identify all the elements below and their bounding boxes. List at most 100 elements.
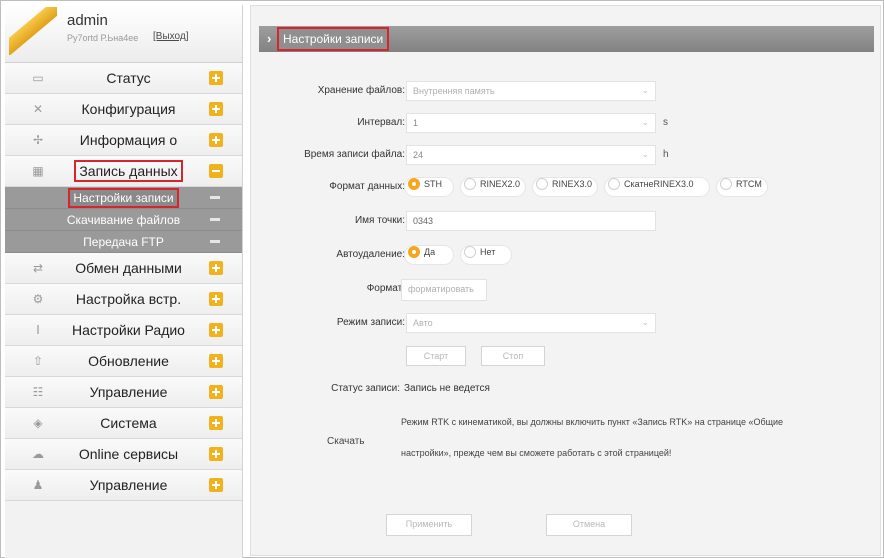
sidebar-item-label: Статус — [106, 70, 151, 86]
fmt-placeholder: форматировать — [408, 284, 474, 294]
app-window: admin Ру7оrtd Р.Ьна4ее [Выход] ▭ Статус … — [0, 0, 884, 558]
submenu-item-ftp[interactable]: Передача FTP — [5, 231, 242, 253]
status-label: Статус записи: — [331, 383, 400, 394]
sidebar-item-label: Обновление — [88, 353, 169, 369]
sidebar-item-label: Управление — [89, 477, 168, 493]
stop-button[interactable]: Стоп — [481, 346, 545, 366]
radio-dot — [464, 178, 476, 190]
person-icon: ♟ — [32, 478, 44, 492]
sidebar-item-status[interactable]: ▭ Статус — [5, 63, 242, 94]
user-panel: admin Ру7оrtd Р.Ьна4ее [Выход] — [5, 5, 242, 63]
start-button[interactable]: Старт — [406, 346, 466, 366]
point-name-input[interactable]: 0343 — [406, 211, 656, 231]
minus-icon — [210, 196, 220, 199]
sidebar-item-info[interactable]: ✢ Информация о — [5, 125, 242, 156]
submenu-item-label: Передача FTP — [83, 235, 164, 249]
chevron-down-icon: ⌄ — [641, 149, 649, 159]
format-radio-compact-rinex3[interactable]: CкатнеRINEX3.0 — [608, 178, 694, 190]
radio-dot — [536, 178, 548, 190]
sidebar-item-configuration[interactable]: ✕ Конфигурация — [5, 94, 242, 125]
ribbon-logo — [9, 7, 57, 55]
sidebar-item-label: Настройки Радио — [72, 322, 185, 338]
storage-value: Внутренняя память — [413, 86, 495, 96]
expand-icon[interactable] — [209, 447, 223, 461]
format-storage-row: Формат: форматировать — [251, 278, 882, 302]
monitor-icon: ▭ — [32, 71, 44, 85]
calendar-icon: ▦ — [32, 164, 44, 178]
radio-dot — [408, 246, 420, 258]
interval-unit: s — [663, 117, 668, 128]
submenu-item-recording-settings[interactable]: Настройки записи — [5, 187, 242, 209]
apply-button[interactable]: Применить — [386, 514, 472, 536]
format-row: Формат данных: STH RINEX2.0 RINEX3.0 Cка… — [251, 176, 882, 200]
sidebar-item-label: Запись данных — [55, 160, 202, 182]
format-radio-rinex3[interactable]: RINEX3.0 — [536, 178, 592, 190]
duration-select[interactable]: 24 ⌄ — [406, 145, 656, 165]
antenna-icon: Ⅰ — [36, 323, 40, 337]
page-title-bar: › Настройки записи — [259, 26, 874, 52]
gear-icon: ⚙ — [32, 292, 44, 306]
autodelete-radio-yes[interactable]: Да — [408, 246, 435, 258]
sidebar-item-builtin-settings[interactable]: ⚙ Настройка встр. — [5, 284, 242, 315]
expand-icon[interactable] — [209, 292, 223, 306]
sidebar-item-radio-settings[interactable]: Ⅰ Настройки Радио — [5, 315, 242, 346]
radio-label: Нет — [480, 247, 496, 257]
expand-icon[interactable] — [209, 385, 223, 399]
sidebar-item-label: Online сервисы — [78, 446, 179, 462]
expand-icon[interactable] — [209, 323, 223, 337]
download-note-line1: Режим RTK с кинематикой, вы должны включ… — [401, 417, 784, 427]
sidebar-item-system[interactable]: ◈ Система — [5, 408, 242, 439]
autodelete-radio-no[interactable]: Нет — [464, 246, 495, 258]
interval-select[interactable]: 1 ⌄ — [406, 113, 656, 133]
mode-select[interactable]: Авто ⌄ — [406, 313, 656, 333]
minus-icon — [210, 218, 220, 221]
sidebar-item-user-management[interactable]: ♟ Управление — [5, 470, 242, 501]
format-radio-sth[interactable]: STH — [408, 178, 442, 190]
sidebar-item-data-recording[interactable]: ▦ Запись данных — [5, 156, 242, 187]
sidebar-item-label: Управление — [89, 384, 168, 400]
tools-icon: ✕ — [32, 102, 44, 116]
autodelete-label: Автоудаление: — [336, 249, 405, 260]
collapse-icon[interactable] — [209, 164, 223, 178]
radio-label: RINEX3.0 — [552, 179, 593, 189]
cloud-icon: ☁ — [32, 447, 44, 461]
expand-icon[interactable] — [209, 71, 223, 85]
user-name: admin — [67, 12, 108, 29]
storage-select[interactable]: Внутренняя память ⌄ — [406, 81, 656, 101]
expand-icon[interactable] — [209, 133, 223, 147]
sidebar-item-management[interactable]: ☷ Управление — [5, 377, 242, 408]
interval-row: Интервал: 1 ⌄ s — [251, 112, 882, 136]
upload-icon: ⇧ — [32, 354, 44, 368]
mode-value: Авто — [413, 318, 433, 328]
duration-value: 24 — [413, 150, 424, 160]
duration-unit: h — [663, 149, 669, 160]
submenu-data-recording: Настройки записи Скачивание файлов Перед… — [5, 187, 242, 253]
cancel-button[interactable]: Отмена — [546, 514, 632, 536]
sidebar-item-label: Настройка встр. — [75, 291, 182, 307]
chevron-right-icon: › — [267, 31, 272, 46]
format-radio-rtcm[interactable]: RTCM — [720, 178, 762, 190]
download-note-line2: настройки», прежде чем вы сможете работа… — [401, 448, 672, 458]
submenu-item-label: Настройки записи — [45, 188, 202, 208]
radio-label: RTCM — [736, 179, 762, 189]
submenu-item-file-download[interactable]: Скачивание файлов — [5, 209, 242, 231]
format-radio-rinex2[interactable]: RINEX2.0 — [464, 178, 520, 190]
radio-dot — [408, 178, 420, 190]
format-storage-button[interactable]: форматировать — [401, 279, 487, 301]
expand-icon[interactable] — [209, 102, 223, 116]
interval-label: Интервал: — [357, 117, 405, 128]
point-value: 0343 — [413, 216, 434, 226]
sidebar-item-update[interactable]: ⇧ Обновление — [5, 346, 242, 377]
expand-icon[interactable] — [209, 354, 223, 368]
expand-icon[interactable] — [209, 416, 223, 430]
sidebar-item-data-exchange[interactable]: ⇄ Обмен данными — [5, 253, 242, 284]
expand-icon[interactable] — [209, 261, 223, 275]
sidebar-item-online-services[interactable]: ☁ Online сервисы — [5, 439, 242, 470]
storage-row: Хранение файлов: Внутренняя память ⌄ — [251, 80, 882, 104]
logout-link[interactable]: [Выход] — [153, 31, 188, 42]
radio-label: Да — [424, 247, 436, 257]
submenu-item-label: Скачивание файлов — [66, 213, 181, 227]
radio-dot — [720, 178, 732, 190]
expand-icon[interactable] — [209, 478, 223, 492]
sliders-icon: ☷ — [32, 385, 44, 399]
